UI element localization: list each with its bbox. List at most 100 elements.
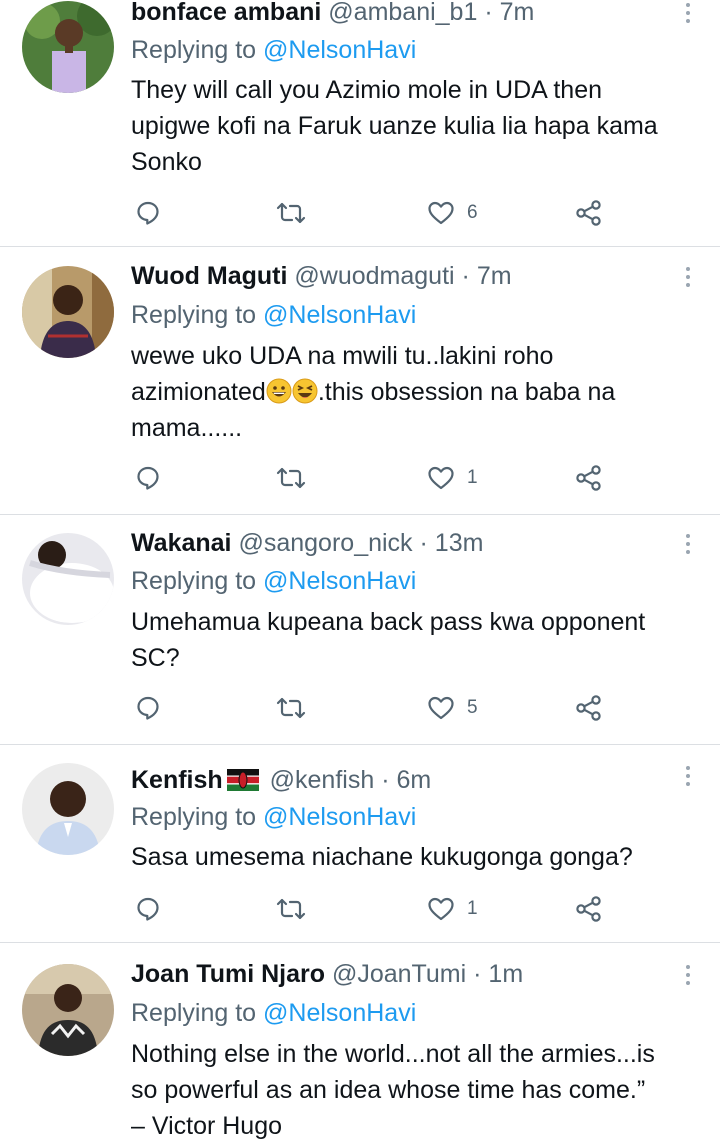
user-handle[interactable]: @kenfish	[270, 766, 375, 794]
mention-link[interactable]: @NelsonHavi	[263, 567, 416, 595]
retweet-button[interactable]	[276, 892, 306, 926]
mention-link[interactable]: @NelsonHavi	[263, 36, 416, 64]
like-count: 6	[467, 202, 478, 223]
retweet-icon	[276, 465, 306, 491]
text-line: wewe uko UDA na mwili tu..lakini roho	[131, 342, 554, 370]
timestamp[interactable]: 7m	[477, 262, 512, 290]
text-line: – Victor Hugo	[131, 1112, 283, 1140]
comment-icon	[135, 465, 161, 491]
timestamp[interactable]: 1m	[488, 960, 523, 988]
share-icon	[575, 895, 603, 923]
retweet-icon	[276, 695, 306, 721]
text-line: so powerful as an idea whose time has co…	[131, 1076, 646, 1104]
avatar[interactable]	[22, 964, 114, 1056]
replying-to: Replying to @NelsonHavi	[131, 998, 416, 1028]
display-name[interactable]: Wakanai	[131, 529, 232, 557]
tweet[interactable]: Wuod Maguti @wuodmaguti · 7m Replying to…	[0, 248, 720, 514]
mention-link[interactable]: @NelsonHavi	[263, 999, 416, 1027]
tweet-text: They will call you Azimio mole in UDA th…	[131, 72, 700, 180]
retweet-button[interactable]	[276, 691, 306, 725]
replying-to: Replying to @NelsonHavi	[131, 566, 416, 596]
mention-link[interactable]: @NelsonHavi	[263, 301, 416, 329]
timestamp[interactable]: 13m	[435, 529, 484, 557]
tweet[interactable]: Kenfish @kenfish · 6m Replying to @Nelso…	[0, 746, 720, 942]
user-handle[interactable]: @ambani_b1	[328, 0, 477, 26]
reply-button[interactable]	[135, 461, 161, 495]
display-name[interactable]: Wuod Maguti	[131, 262, 287, 290]
avatar[interactable]	[22, 1, 114, 93]
heart-icon	[427, 695, 455, 721]
like-count: 1	[467, 467, 478, 488]
text-line: Sonko	[131, 148, 202, 176]
reply-button[interactable]	[135, 196, 161, 230]
timestamp[interactable]: 7m	[500, 0, 535, 26]
reply-button[interactable]	[135, 892, 161, 926]
tweet-header: Wuod Maguti @wuodmaguti · 7m	[131, 261, 660, 291]
share-button[interactable]	[575, 461, 603, 495]
heart-icon	[427, 465, 455, 491]
retweet-button[interactable]	[276, 461, 306, 495]
tweet-text: wewe uko UDA na mwili tu..lakini roho az…	[131, 338, 700, 446]
display-name[interactable]: bonface ambani	[131, 0, 321, 26]
tweet-actions: 5	[0, 691, 720, 725]
avatar[interactable]	[22, 266, 114, 358]
text-line: upigwe kofi na Faruk uanze kulia lia hap…	[131, 112, 658, 140]
more-vertical-icon[interactable]	[684, 965, 692, 989]
text-line: Umehamua kupeana back pass kwa opponent	[131, 608, 646, 636]
share-button[interactable]	[575, 196, 603, 230]
tweet-text: Nothing else in the world...not all the …	[131, 1036, 700, 1144]
replying-label: Replying to	[131, 301, 257, 329]
tweet-actions: 6	[0, 196, 720, 230]
like-button[interactable]: 1	[427, 892, 478, 926]
separator: ·	[484, 0, 493, 26]
display-name[interactable]: Kenfish	[131, 766, 223, 794]
replying-label: Replying to	[131, 999, 257, 1027]
share-icon	[575, 694, 603, 722]
retweet-icon	[276, 200, 306, 226]
timestamp[interactable]: 6m	[396, 766, 431, 794]
more-vertical-icon[interactable]	[684, 3, 692, 27]
user-handle[interactable]: @JoanTumi	[332, 960, 466, 988]
divider	[0, 744, 720, 745]
replying-label: Replying to	[131, 803, 257, 831]
tweet[interactable]: Wakanai @sangoro_nick · 13m Replying to …	[0, 516, 720, 744]
text-line: They will call you Azimio mole in UDA th…	[131, 76, 603, 104]
like-button[interactable]: 5	[427, 691, 478, 725]
share-button[interactable]	[575, 892, 603, 926]
separator: ·	[461, 262, 470, 290]
grinning-emoji-icon	[266, 378, 292, 404]
avatar[interactable]	[22, 763, 114, 855]
tweet[interactable]: Joan Tumi Njaro @JoanTumi · 1m Replying …	[0, 944, 720, 1145]
like-count: 1	[467, 898, 478, 919]
text-line: Nothing else in the world...not all the …	[131, 1040, 655, 1068]
comment-icon	[135, 896, 161, 922]
more-vertical-icon[interactable]	[684, 267, 692, 291]
replying-to: Replying to @NelsonHavi	[131, 802, 416, 832]
user-handle[interactable]: @sangoro_nick	[238, 529, 412, 557]
heart-icon	[427, 200, 455, 226]
replying-label: Replying to	[131, 36, 257, 64]
mention-link[interactable]: @NelsonHavi	[263, 803, 416, 831]
more-vertical-icon[interactable]	[684, 766, 692, 790]
like-button[interactable]: 1	[427, 461, 478, 495]
display-name[interactable]: Joan Tumi Njaro	[131, 960, 325, 988]
tweet-actions: 1	[0, 461, 720, 495]
tweet-header: Joan Tumi Njaro @JoanTumi · 1m	[131, 959, 660, 989]
retweet-button[interactable]	[276, 196, 306, 230]
separator: ·	[419, 529, 428, 557]
tweet-header: Wakanai @sangoro_nick · 13m	[131, 528, 660, 558]
text-fragment: .this obsession na baba na	[317, 378, 616, 406]
more-vertical-icon[interactable]	[684, 534, 692, 558]
reply-button[interactable]	[135, 691, 161, 725]
replying-label: Replying to	[131, 567, 257, 595]
share-icon	[575, 464, 603, 492]
replying-to: Replying to @NelsonHavi	[131, 300, 416, 330]
user-handle[interactable]: @wuodmaguti	[294, 262, 454, 290]
tweet[interactable]: bonface ambani @ambani_b1 · 7m Replying …	[0, 0, 720, 246]
share-button[interactable]	[575, 691, 603, 725]
text-line: Sasa umesema niachane kukugonga gonga?	[131, 843, 633, 871]
separator: ·	[381, 766, 390, 794]
avatar[interactable]	[22, 533, 114, 625]
like-button[interactable]: 6	[427, 196, 478, 230]
kenya-flag-icon	[226, 768, 259, 798]
